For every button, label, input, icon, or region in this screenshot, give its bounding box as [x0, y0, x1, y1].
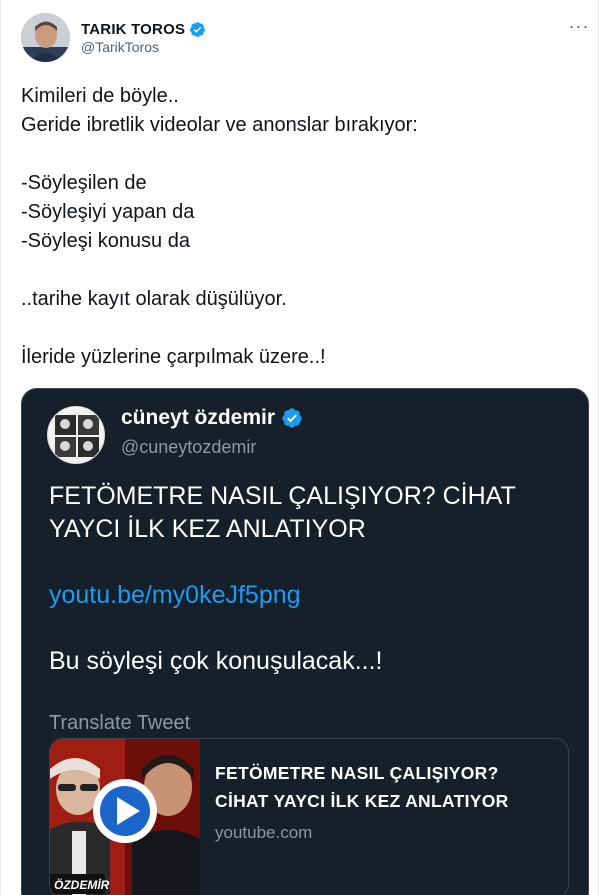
verified-badge-icon — [281, 407, 303, 429]
tweet-text-line — [21, 256, 581, 285]
tweet: TARIK TOROS @TarikToros ··· Kimileri de … — [0, 0, 599, 895]
tweet-text-line: -Söyleşilen de — [21, 172, 147, 194]
tweet-text-line: Geride ibretlik videolar ve anonslar bır… — [21, 114, 418, 136]
link-preview-card[interactable]: ÖZDEMİR FETÖMETRE NASIL ÇALIŞIYOR? CİHAT… — [49, 738, 569, 895]
quoted-text-link-line: youtu.be/my0keJf5png — [49, 579, 569, 612]
author-name-row[interactable]: TARIK TOROS — [81, 18, 206, 40]
quoted-text-blank — [49, 546, 569, 579]
quoted-author-name-row[interactable]: cüneyt özdemir — [121, 406, 303, 430]
author-handle[interactable]: @TarikToros — [81, 39, 159, 55]
more-options-button[interactable]: ··· — [567, 14, 591, 38]
author-avatar[interactable] — [21, 13, 70, 62]
tweet-text-line — [21, 140, 581, 169]
tweet-text-line: -Söyleşi konusu da — [21, 230, 190, 252]
card-domain: youtube.com — [215, 823, 313, 842]
quoted-text-line: FETÖMETRE NASIL ÇALIŞIYOR? CİHAT — [49, 482, 516, 510]
translate-tweet-link[interactable]: Translate Tweet — [49, 712, 190, 735]
tweet-text-line: İleride yüzlerine çarpılmak üzere..! — [21, 346, 326, 368]
quoted-text-line: YAYCI İLK KEZ ANLATIYOR — [49, 515, 366, 543]
card-body[interactable]: FETÖMETRE NASIL ÇALIŞIYOR? CİHAT YAYCI İ… — [215, 759, 560, 843]
author-name[interactable]: TARIK TOROS — [81, 21, 185, 38]
quoted-tweet-text: FETÖMETRE NASIL ÇALIŞIYOR? CİHAT YAYCI İ… — [49, 480, 569, 678]
youtube-link[interactable]: youtu.be/my0keJf5png — [49, 581, 301, 609]
quoted-text-line: Bu söyleşi çok konuşulacak...! — [49, 647, 383, 675]
tweet-text: Kimileri de böyle.. Geride ibretlik vide… — [21, 82, 581, 372]
quoted-text-blank — [49, 612, 569, 645]
tweet-text-line: -Söyleşiyi yapan da — [21, 201, 195, 223]
quoted-tweet[interactable]: cüneyt özdemir @cuneytozdemir FETÖMETRE … — [21, 388, 589, 895]
card-title-line: FETÖMETRE NASIL ÇALIŞIYOR? — [215, 763, 499, 783]
verified-badge-icon — [189, 21, 206, 38]
tweet-text-line: Kimileri de böyle.. — [21, 85, 179, 107]
video-thumbnail[interactable]: ÖZDEMİR — [50, 739, 200, 895]
more-horizontal-icon: ··· — [568, 15, 590, 36]
tweet-text-line — [21, 314, 581, 343]
tweet-text-line: ..tarihe kayıt olarak düşülüyor. — [21, 288, 287, 310]
quoted-author-handle[interactable]: @cuneytozdemir — [121, 437, 256, 458]
quoted-author-name[interactable]: cüneyt özdemir — [121, 406, 275, 430]
card-title-line: CİHAT YAYCI İLK KEZ ANLATIYOR — [215, 791, 509, 811]
card-title[interactable]: FETÖMETRE NASIL ÇALIŞIYOR? CİHAT YAYCI İ… — [215, 759, 560, 815]
quoted-author-avatar[interactable] — [47, 406, 105, 464]
svg-text:ÖZDEMİR: ÖZDEMİR — [54, 877, 110, 892]
